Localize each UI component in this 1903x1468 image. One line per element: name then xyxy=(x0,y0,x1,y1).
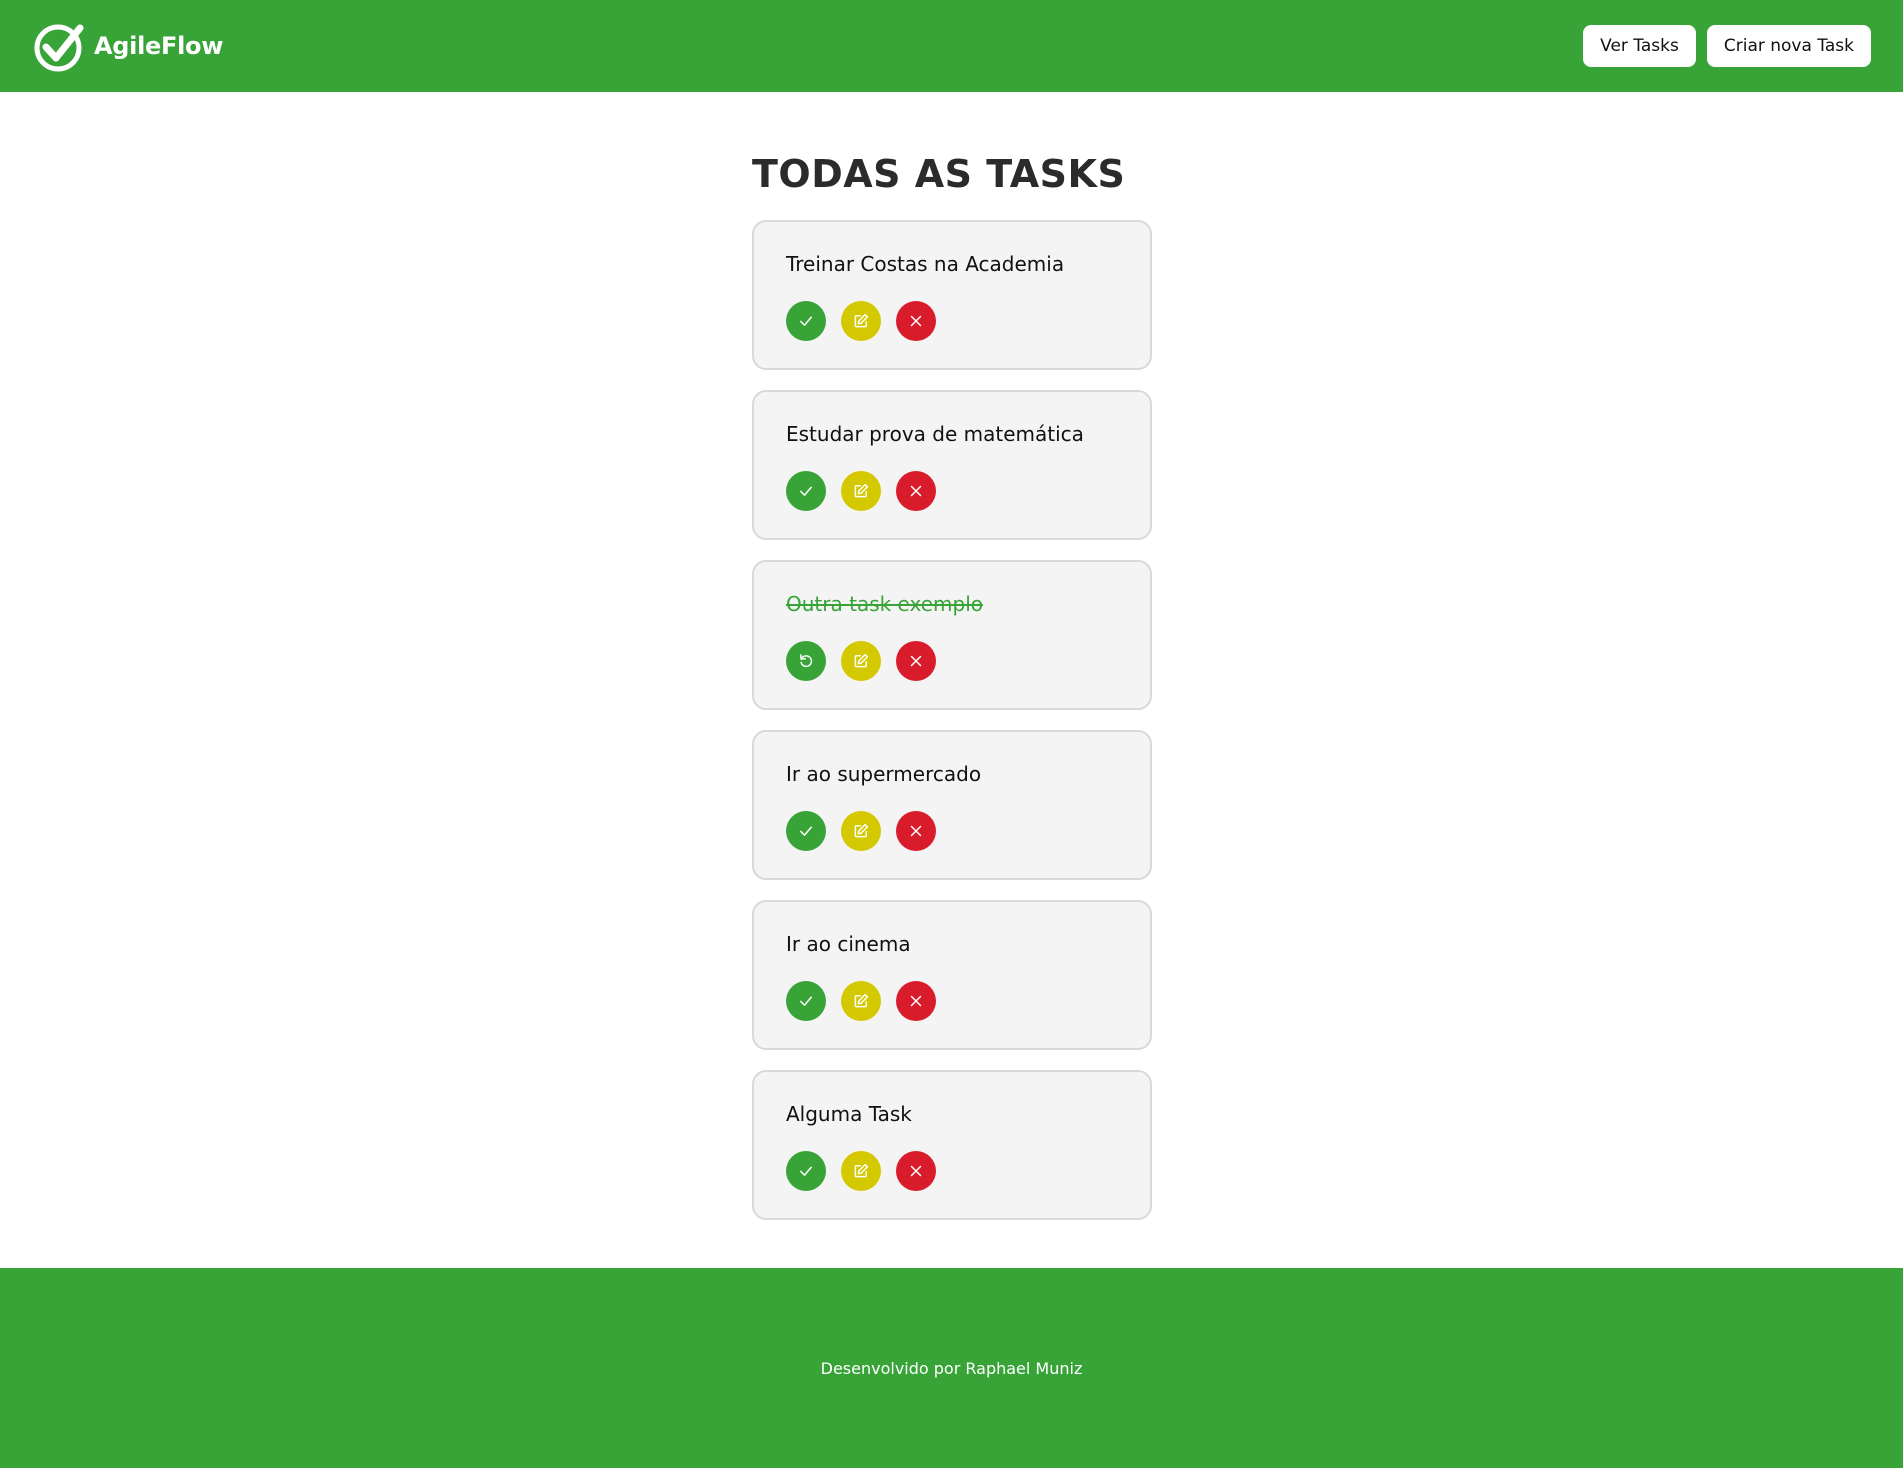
edit-icon xyxy=(852,1162,870,1180)
complete-task-button[interactable] xyxy=(786,981,826,1021)
edit-task-button[interactable] xyxy=(841,981,881,1021)
complete-task-button[interactable] xyxy=(786,471,826,511)
edit-task-button[interactable] xyxy=(841,811,881,851)
close-icon xyxy=(907,822,925,840)
task-card: Alguma Task xyxy=(752,1070,1152,1220)
delete-task-button[interactable] xyxy=(896,471,936,511)
check-icon xyxy=(797,482,815,500)
edit-task-button[interactable] xyxy=(841,641,881,681)
delete-task-button[interactable] xyxy=(896,1151,936,1191)
task-actions xyxy=(786,641,1118,681)
view-tasks-button[interactable]: Ver Tasks xyxy=(1583,25,1696,67)
close-icon xyxy=(907,312,925,330)
check-icon xyxy=(797,992,815,1010)
check-icon xyxy=(797,1162,815,1180)
task-card: Estudar prova de matemática xyxy=(752,390,1152,540)
task-card: Outra task exemplo xyxy=(752,560,1152,710)
delete-task-button[interactable] xyxy=(896,641,936,681)
edit-icon xyxy=(852,312,870,330)
undo-icon xyxy=(797,652,815,670)
brand-name: AgileFlow xyxy=(94,32,224,60)
complete-task-button[interactable] xyxy=(786,301,826,341)
close-icon xyxy=(907,1162,925,1180)
task-card: Treinar Costas na Academia xyxy=(752,220,1152,370)
edit-task-button[interactable] xyxy=(841,471,881,511)
task-title: Ir ao supermercado xyxy=(786,762,982,786)
edit-icon xyxy=(852,482,870,500)
delete-task-button[interactable] xyxy=(896,301,936,341)
task-list: Treinar Costas na Academia Estudar prova … xyxy=(752,220,1152,1220)
check-icon xyxy=(797,312,815,330)
complete-task-button[interactable] xyxy=(786,811,826,851)
page-title: TODAS AS TASKS xyxy=(752,152,1126,196)
delete-task-button[interactable] xyxy=(896,811,936,851)
task-actions xyxy=(786,471,1118,511)
edit-task-button[interactable] xyxy=(841,301,881,341)
top-header: AgileFlow Ver Tasks Criar nova Task xyxy=(0,0,1903,92)
edit-icon xyxy=(852,992,870,1010)
task-actions xyxy=(786,981,1118,1021)
edit-icon xyxy=(852,822,870,840)
task-actions xyxy=(786,301,1118,341)
close-icon xyxy=(907,482,925,500)
complete-task-button[interactable] xyxy=(786,1151,826,1191)
brand[interactable]: AgileFlow xyxy=(32,19,223,73)
close-icon xyxy=(907,652,925,670)
task-title: Estudar prova de matemática xyxy=(786,422,1084,446)
check-icon xyxy=(797,822,815,840)
task-card: Ir ao supermercado xyxy=(752,730,1152,880)
create-task-button[interactable]: Criar nova Task xyxy=(1706,25,1871,67)
edit-icon xyxy=(852,652,870,670)
task-title: Ir ao cinema xyxy=(786,932,911,956)
close-icon xyxy=(907,992,925,1010)
logo-check-icon xyxy=(34,24,84,72)
task-title: Outra task exemplo xyxy=(786,592,984,616)
main-content: TODAS AS TASKS Treinar Costas na Academi… xyxy=(752,150,1152,1240)
delete-task-button[interactable] xyxy=(896,981,936,1021)
task-title: Treinar Costas na Academia xyxy=(786,252,1065,276)
top-nav: Ver Tasks Criar nova Task xyxy=(1583,25,1871,67)
task-actions xyxy=(786,1151,1118,1191)
undo-task-button[interactable] xyxy=(786,641,826,681)
footer-credit: Desenvolvido por Raphael Muniz xyxy=(820,1358,1083,1378)
task-card: Ir ao cinema xyxy=(752,900,1152,1050)
footer: Desenvolvido por Raphael Muniz xyxy=(0,1268,1903,1468)
edit-task-button[interactable] xyxy=(841,1151,881,1191)
task-title: Alguma Task xyxy=(786,1102,912,1126)
task-actions xyxy=(786,811,1118,851)
